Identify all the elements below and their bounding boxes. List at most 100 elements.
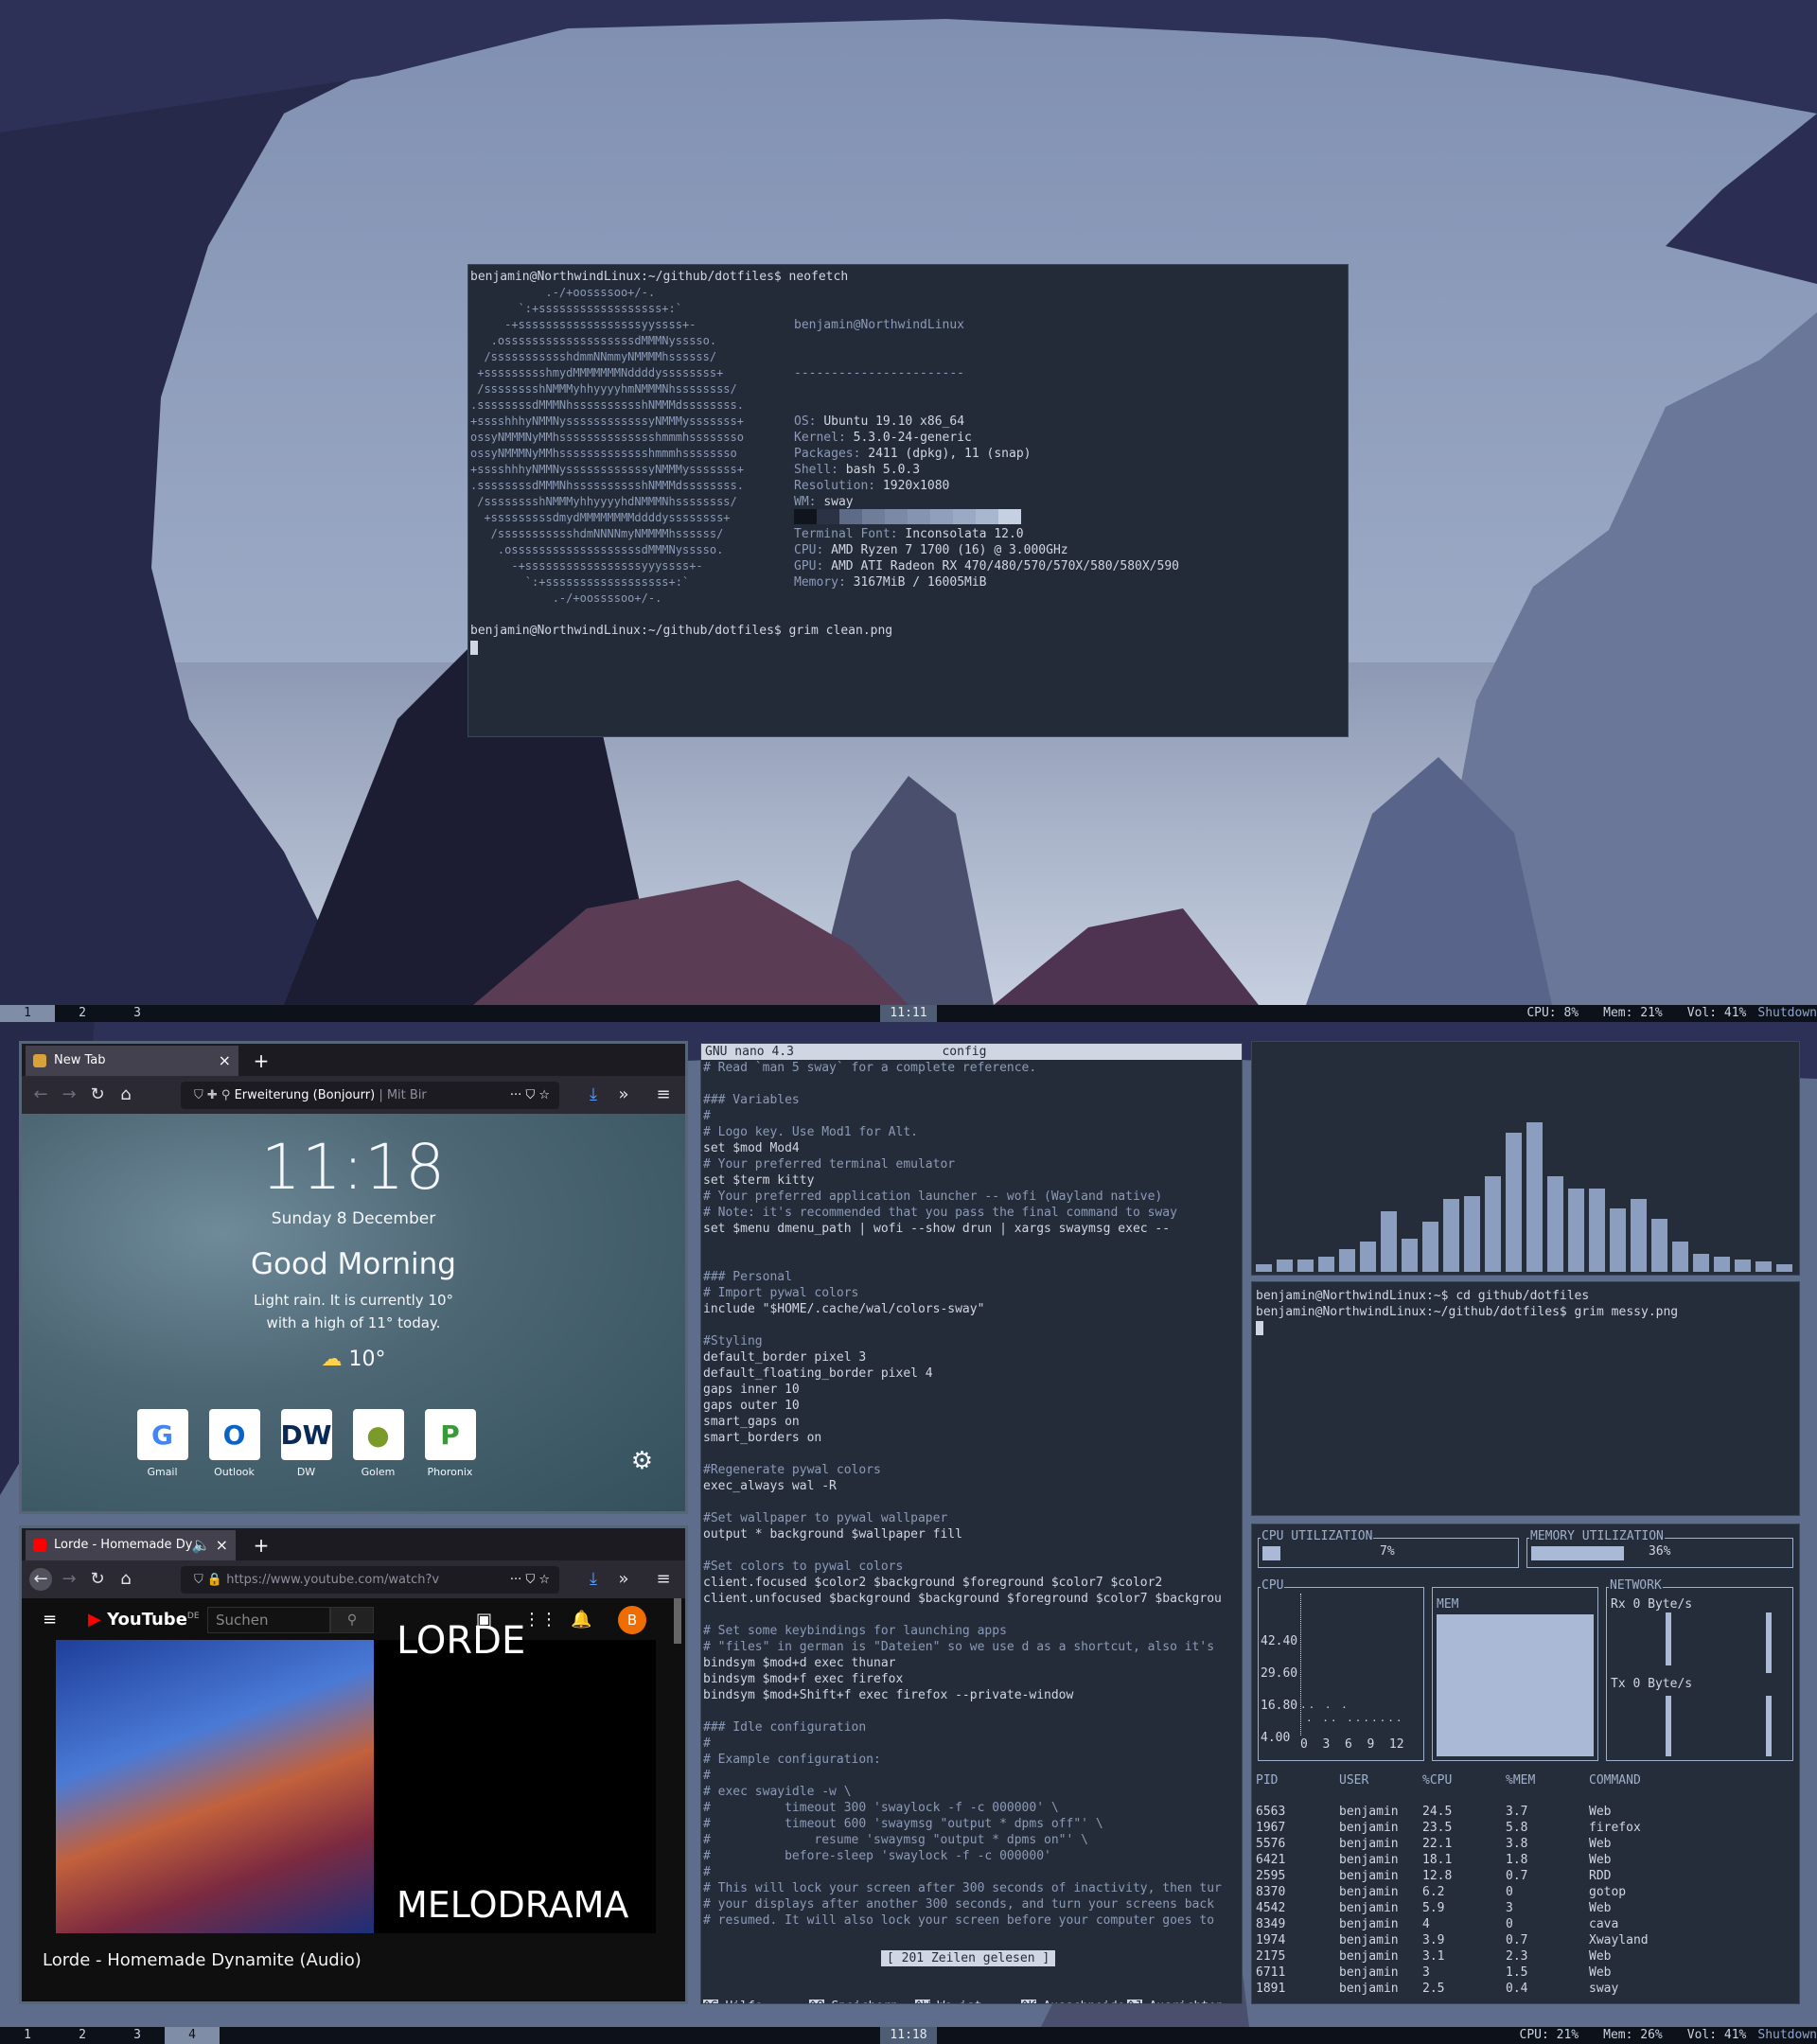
bar-status: CPU: 21% Mem: 26% Vol: 41% Shutdown xyxy=(1495,2027,1817,2044)
home-icon[interactable]: ⌂ xyxy=(115,1084,137,1106)
table-row[interactable]: 8370 benjamin 6.2 0 gotop xyxy=(1256,1884,1795,1900)
shortcut: ^J Ausrichten xyxy=(1127,1999,1233,2003)
firefox-youtube-window[interactable]: Lorde - Homemade Dy 🔈 × + ← → ↻ ⌂ ⛉ 🔒 ht… xyxy=(19,1525,688,2004)
new-tab-button[interactable]: + xyxy=(247,1530,275,1560)
gotop-monitor[interactable]: CPU UTILIZATION 7% MEMORY UTILIZATION 36… xyxy=(1251,1524,1800,2004)
cpu-y-tick: 4.00 xyxy=(1261,1731,1291,1745)
quick-link-outlook[interactable]: O Outlook xyxy=(208,1409,260,1478)
forward-icon[interactable]: → xyxy=(58,1568,80,1591)
back-icon[interactable]: ← xyxy=(29,1084,52,1106)
tab-youtube[interactable]: Lorde - Homemade Dy 🔈 × xyxy=(26,1530,236,1560)
overflow-icon[interactable]: » xyxy=(612,1568,635,1591)
quick-link-phoronix[interactable]: P Phoronix xyxy=(424,1409,476,1478)
workspace-1[interactable]: 1 xyxy=(0,1005,55,1022)
tab-new-tab[interactable]: New Tab × xyxy=(26,1046,238,1076)
settings-gear-icon[interactable]: ⚙ xyxy=(631,1447,653,1475)
cava-bar xyxy=(1402,1239,1418,1272)
url-bar[interactable]: ⛉ 🔒 https://www.youtube.com/watch?v ··· … xyxy=(181,1566,559,1594)
close-tab-icon[interactable]: 🔈 × xyxy=(192,1530,228,1560)
youtube-logo[interactable]: ▶ YouTubeDE xyxy=(88,1610,200,1630)
overflow-icon[interactable]: » xyxy=(612,1084,635,1106)
apps-grid-icon[interactable]: ⋮⋮ xyxy=(523,1610,557,1630)
reload-icon[interactable]: ↻ xyxy=(86,1084,109,1106)
workspace-4[interactable]: 4 xyxy=(165,2027,220,2044)
avatar[interactable]: B xyxy=(618,1606,646,1634)
cpu-indicator: CPU: 21% xyxy=(1519,2028,1579,2042)
reload-icon[interactable]: ↻ xyxy=(86,1568,109,1591)
shortcut-label: Wo ist xyxy=(930,2000,981,2003)
quick-link-gmail[interactable]: G Gmail xyxy=(136,1409,188,1478)
menu-icon[interactable]: ≡ xyxy=(652,1568,675,1591)
shutdown-button[interactable]: Shutdown xyxy=(1757,1006,1817,1020)
column-header: PID xyxy=(1256,1773,1279,1788)
ascii-line: /sssssssshNMMMyhhyyyyhdNMMMNhssssssss/ xyxy=(470,495,737,508)
table-row[interactable]: 1891 benjamin 2.5 0.4 sway xyxy=(1256,1981,1795,1997)
download-icon[interactable]: ⤓ xyxy=(582,1084,605,1106)
youtube-search-input[interactable]: Suchen xyxy=(207,1607,330,1633)
table-row[interactable]: 1974 benjamin 3.9 0.7 Xwayland xyxy=(1256,1932,1795,1948)
table-row[interactable]: 1967 benjamin 23.5 5.8 firefox xyxy=(1256,1820,1795,1836)
table-cell: 1.5 xyxy=(1506,1965,1528,1980)
neofetch-terminal[interactable]: benjamin@NorthwindLinux:~/github/dotfile… xyxy=(467,264,1349,737)
quick-link-golem[interactable]: ● Golem xyxy=(352,1409,404,1478)
code-line: # "files" in german is "Dateien" so we u… xyxy=(703,1640,1215,1654)
nano-buffer[interactable]: # Read `man 5 sway` for a complete refer… xyxy=(701,1060,1242,1929)
url-bar[interactable]: ⛉ ✚ ⚲ Erweiterung (Bonjourr) | Mit Bir ·… xyxy=(181,1082,559,1109)
search-icon[interactable]: ⚲ xyxy=(330,1607,374,1633)
code-line: gaps inner 10 xyxy=(703,1383,800,1397)
vol-indicator[interactable]: Vol: 41% xyxy=(1687,1006,1747,1020)
page-actions-icon[interactable]: ··· ⛉ ☆ xyxy=(510,1566,550,1594)
download-icon[interactable]: ⤓ xyxy=(582,1568,605,1591)
menu-icon[interactable]: ≡ xyxy=(652,1084,675,1106)
table-cell: Web xyxy=(1589,1949,1612,1964)
back-icon[interactable]: ← xyxy=(29,1568,52,1591)
table-row[interactable]: 6563 benjamin 24.5 3.7 Web xyxy=(1256,1804,1795,1820)
shutdown-button[interactable]: Shutdown xyxy=(1757,2028,1817,2042)
vol-indicator[interactable]: Vol: 41% xyxy=(1687,2028,1747,2042)
process-table: PID USER %CPU %MEM COMMAND 6563 benjamin 24.5 3… xyxy=(1256,1772,1795,1997)
table-cell: 1967 xyxy=(1256,1821,1286,1835)
nano-editor[interactable]: GNU nano 4.3 config # Read `man 5 sway` … xyxy=(700,1043,1243,2004)
scrollbar[interactable] xyxy=(674,1598,681,1644)
table-cell: 12.8 xyxy=(1422,1869,1453,1883)
table-row[interactable]: 2595 benjamin 12.8 0.7 RDD xyxy=(1256,1868,1795,1884)
table-row[interactable]: 6421 benjamin 18.1 1.8 Web xyxy=(1256,1852,1795,1868)
workspace-3[interactable]: 3 xyxy=(110,2027,165,2044)
table-row[interactable]: 8349 benjamin 4 0 cava xyxy=(1256,1916,1795,1932)
video-player[interactable]: LORDE MELODRAMA xyxy=(56,1619,656,1933)
table-cell: benjamin xyxy=(1339,1965,1399,1980)
notifications-bell-icon[interactable]: 🔔 xyxy=(571,1610,591,1630)
firefox-newtab-window[interactable]: New Tab × + ← → ↻ ⌂ ⛉ ✚ ⚲ Erweiterung (B… xyxy=(19,1041,688,1514)
home-icon[interactable]: ⌂ xyxy=(115,1568,137,1591)
table-row[interactable]: 4542 benjamin 5.9 3 Web xyxy=(1256,1900,1795,1916)
page-actions-icon[interactable]: ··· ⛉ ☆ xyxy=(510,1082,550,1109)
code-line: #Regenerate pywal colors xyxy=(703,1463,881,1477)
table-cell: 3.7 xyxy=(1506,1805,1528,1819)
tab-strip: New Tab × + xyxy=(22,1044,685,1076)
close-tab-icon[interactable]: × xyxy=(219,1046,231,1076)
info-key: Terminal Font: xyxy=(794,527,906,541)
new-tab-button[interactable]: + xyxy=(247,1046,275,1076)
workspace-3[interactable]: 3 xyxy=(110,1005,165,1022)
info-value: 5.3.0-24-generic xyxy=(853,431,972,445)
quick-link-dw[interactable]: DW DW xyxy=(280,1409,332,1478)
code-line: # Set some keybindings for launching app… xyxy=(703,1624,1007,1638)
mem-indicator: Mem: 26% xyxy=(1603,2028,1663,2042)
separator: ----------------------- xyxy=(794,366,965,380)
cpu-indicator: CPU: 8% xyxy=(1526,1006,1579,1020)
table-cell: benjamin xyxy=(1339,1917,1399,1931)
workspace-1[interactable]: 1 xyxy=(0,2027,55,2044)
forward-icon[interactable]: → xyxy=(58,1084,80,1106)
table-row[interactable]: 5576 benjamin 22.1 3.8 Web xyxy=(1256,1836,1795,1852)
table-row[interactable]: 6711 benjamin 3 1.5 Web xyxy=(1256,1965,1795,1981)
table-row[interactable]: 2175 benjamin 3.1 2.3 Web xyxy=(1256,1948,1795,1965)
kitty-terminal[interactable]: benjamin@NorthwindLinux:~$ cd github/dot… xyxy=(1251,1281,1800,1516)
code-line: bindsym $mod+d exec thunar xyxy=(703,1656,896,1670)
shortcut-key: ^K xyxy=(1021,2000,1036,2003)
hamburger-icon[interactable]: ≡ xyxy=(43,1610,57,1630)
table-cell: 3 xyxy=(1422,1965,1430,1980)
workspace-2[interactable]: 2 xyxy=(55,1005,110,1022)
workspace-2[interactable]: 2 xyxy=(55,2027,110,2044)
